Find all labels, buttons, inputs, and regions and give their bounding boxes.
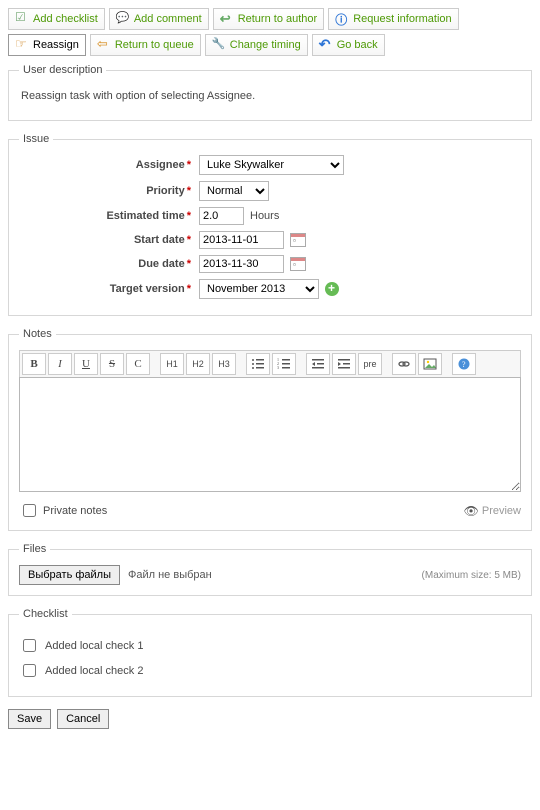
editor-toolbar: B I U S C H1 H2 H3 123 pre ? xyxy=(19,350,521,377)
return-queue-button[interactable]: Return to queue xyxy=(90,34,201,56)
h2-button[interactable]: H2 xyxy=(186,353,210,375)
pre-button[interactable]: pre xyxy=(358,353,382,375)
checklist-icon xyxy=(15,12,29,26)
strike-button[interactable]: S xyxy=(100,353,124,375)
checklist-item: Added local check 1 xyxy=(19,636,521,655)
issue-legend: Issue xyxy=(19,133,53,145)
priority-select[interactable]: Normal xyxy=(199,181,269,201)
issue-fieldset: Issue Assignee* Luke Skywalker Priority*… xyxy=(8,133,532,316)
bold-button[interactable]: B xyxy=(22,353,46,375)
hours-unit: Hours xyxy=(250,210,279,222)
notes-legend: Notes xyxy=(19,328,56,340)
checklist-checkbox[interactable] xyxy=(23,664,36,677)
target-version-label: Target version* xyxy=(19,283,199,295)
save-button[interactable]: Save xyxy=(8,709,51,729)
cancel-button[interactable]: Cancel xyxy=(57,709,109,729)
indent-button[interactable] xyxy=(332,353,356,375)
user-description-legend: User description xyxy=(19,64,106,76)
add-version-icon[interactable] xyxy=(325,282,339,296)
btn-label: Change timing xyxy=(230,39,301,51)
due-date-input[interactable] xyxy=(199,255,284,273)
request-info-button[interactable]: Request information xyxy=(328,8,458,30)
start-date-input[interactable] xyxy=(199,231,284,249)
action-toolbar: Add checklist Add comment Return to auth… xyxy=(8,8,532,56)
assignee-label: Assignee* xyxy=(19,159,199,171)
btn-label: Go back xyxy=(337,39,378,51)
btn-label: Return to queue xyxy=(115,39,194,51)
add-checklist-button[interactable]: Add checklist xyxy=(8,8,105,30)
svg-text:3: 3 xyxy=(277,365,279,370)
user-description-fieldset: User description Reassign task with opti… xyxy=(8,64,532,121)
back-icon xyxy=(319,38,333,52)
btn-label: Add checklist xyxy=(33,13,98,25)
hand-icon xyxy=(15,38,29,52)
estimated-time-input[interactable] xyxy=(199,207,244,225)
link-button[interactable] xyxy=(392,353,416,375)
private-notes-checkbox[interactable] xyxy=(23,504,36,517)
calendar-icon[interactable] xyxy=(290,233,306,247)
target-version-select[interactable]: November 2013 xyxy=(199,279,319,299)
private-notes-label[interactable]: Private notes xyxy=(19,501,107,520)
notes-textarea[interactable] xyxy=(19,377,521,492)
underline-button[interactable]: U xyxy=(74,353,98,375)
eye-icon xyxy=(464,504,479,518)
start-date-label: Start date* xyxy=(19,234,199,246)
checklist-item-label: Added local check 1 xyxy=(45,640,143,652)
btn-label: Return to author xyxy=(238,13,318,25)
checklist-fieldset: Checklist Added local check 1 Added loca… xyxy=(8,608,532,697)
estimated-time-label: Estimated time* xyxy=(19,210,199,222)
add-comment-button[interactable]: Add comment xyxy=(109,8,209,30)
preview-link[interactable]: Preview xyxy=(464,504,521,518)
choose-files-button[interactable]: Выбрать файлы xyxy=(19,565,120,585)
go-back-button[interactable]: Go back xyxy=(312,34,385,56)
image-button[interactable] xyxy=(418,353,442,375)
ul-button[interactable] xyxy=(246,353,270,375)
btn-label: Request information xyxy=(353,13,451,25)
h3-button[interactable]: H3 xyxy=(212,353,236,375)
max-size-text: (Maximum size: 5 MB) xyxy=(422,570,521,581)
no-file-text: Файл не выбран xyxy=(128,569,212,581)
calendar-icon[interactable] xyxy=(290,257,306,271)
reassign-button[interactable]: Reassign xyxy=(8,34,86,56)
checklist-item: Added local check 2 xyxy=(19,661,521,680)
files-legend: Files xyxy=(19,543,50,555)
code-button[interactable]: C xyxy=(126,353,150,375)
info-icon xyxy=(335,12,349,26)
help-button[interactable]: ? xyxy=(452,353,476,375)
ol-button[interactable]: 123 xyxy=(272,353,296,375)
wrench-icon xyxy=(212,38,226,52)
comment-icon xyxy=(116,12,130,26)
outdent-button[interactable] xyxy=(306,353,330,375)
change-timing-button[interactable]: Change timing xyxy=(205,34,308,56)
svg-text:?: ? xyxy=(462,360,466,369)
return-icon xyxy=(220,12,234,26)
checklist-item-label: Added local check 2 xyxy=(45,665,143,677)
queue-icon xyxy=(97,38,111,52)
form-actions: Save Cancel xyxy=(8,709,532,729)
priority-label: Priority* xyxy=(19,185,199,197)
user-description-text: Reassign task with option of selecting A… xyxy=(19,86,521,110)
btn-label: Reassign xyxy=(33,39,79,51)
due-date-label: Due date* xyxy=(19,258,199,270)
assignee-select[interactable]: Luke Skywalker xyxy=(199,155,344,175)
checklist-checkbox[interactable] xyxy=(23,639,36,652)
h1-button[interactable]: H1 xyxy=(160,353,184,375)
italic-button[interactable]: I xyxy=(48,353,72,375)
return-author-button[interactable]: Return to author xyxy=(213,8,325,30)
btn-label: Add comment xyxy=(134,13,202,25)
files-fieldset: Files Выбрать файлы Файл не выбран (Maxi… xyxy=(8,543,532,596)
notes-fieldset: Notes B I U S C H1 H2 H3 123 pre ? Priva… xyxy=(8,328,532,531)
checklist-legend: Checklist xyxy=(19,608,72,620)
